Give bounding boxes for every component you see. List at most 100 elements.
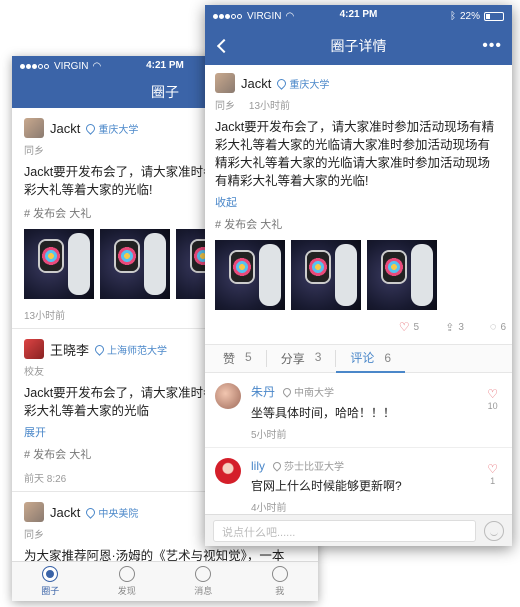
page-title: 圈子详情 — [330, 38, 387, 54]
avatar[interactable] — [215, 73, 235, 93]
tab-circle[interactable]: 圈子 — [12, 562, 89, 601]
tab-count: 3 — [314, 350, 322, 364]
comment-input[interactable]: 说点什么吧...... — [213, 519, 476, 542]
location-tag: 中央美院 — [84, 505, 139, 520]
post-author[interactable]: Jackt — [50, 121, 80, 136]
location-text: 莎士比亚大学 — [284, 462, 344, 473]
post-images — [215, 240, 502, 310]
location-pin-icon — [275, 76, 289, 90]
tab-label: 发现 — [117, 586, 136, 596]
post-time: 13小时前 — [248, 101, 291, 112]
tab-messages[interactable]: 消息 — [165, 562, 242, 601]
nav-bar: 圈子详情 ••• — [205, 27, 512, 65]
post-image[interactable] — [367, 240, 437, 310]
location-tag: 莎士比亚大学 — [271, 458, 344, 473]
tab-shares[interactable]: 分享 3 — [267, 350, 337, 367]
like-count: 5 — [413, 321, 420, 333]
status-time: 4:21 PM — [339, 9, 378, 20]
comment-author[interactable]: lily — [251, 459, 265, 473]
tab-label: 消息 — [194, 586, 213, 596]
comment-item: lily 莎士比亚大学 官网上什么时候能够更新啊? 4小时前 ♡ 1 — [205, 448, 512, 521]
comment-icon: ◌ — [489, 321, 497, 333]
post-image[interactable] — [24, 229, 94, 299]
post-image[interactable] — [291, 240, 361, 310]
battery-icon — [484, 11, 504, 21]
more-options-icon[interactable]: ••• — [482, 37, 502, 55]
heart-icon: ♡ — [398, 320, 410, 334]
post-stats: ♡ 5 ⇪ 3 ◌ 6 — [205, 310, 512, 345]
tab-label: 分享 — [280, 352, 305, 366]
comment-text: 坐等具体时间，哈哈！！！ — [251, 406, 396, 420]
tab-label: 评论 — [350, 351, 375, 365]
comment-like-count: 1 — [490, 476, 496, 486]
location-pin-icon — [271, 459, 283, 472]
like-button[interactable]: ♡ 5 — [399, 320, 419, 334]
location-pin-icon — [84, 121, 98, 135]
message-icon — [195, 566, 212, 582]
avatar[interactable] — [24, 339, 44, 359]
post-time: 前天 8:26 — [24, 474, 67, 485]
screenshot-stage: VIRGIN ◠ 4:21 PM 圈子 Jackt 重庆大学 同乡 Jackt要… — [0, 0, 520, 607]
post-detail: Jackt 重庆大学 同乡 13小时前 Jackt要开发布会了，请大家准时参加活… — [205, 65, 512, 310]
comment-count: 6 — [500, 321, 506, 333]
tab-bar: 圈子 发现 消息 我 — [12, 561, 318, 601]
circle-detail-screen: VIRGIN ◠ 4:21 PM ᛒ 22% 圈子详情 ••• Jackt 重庆… — [205, 5, 512, 546]
post-author[interactable]: Jackt — [50, 505, 80, 520]
relation-label: 同乡 — [215, 101, 235, 112]
location-text: 中南大学 — [294, 388, 335, 399]
comment-like-button[interactable]: ♡ 10 — [487, 387, 498, 411]
post-tags[interactable]: # 发布会 大礼 — [215, 216, 502, 232]
avatar[interactable] — [24, 502, 44, 522]
collapse-link[interactable]: 收起 — [215, 194, 502, 210]
post-author[interactable]: 王晓李 — [50, 340, 89, 359]
comment-like-count: 10 — [487, 401, 498, 411]
location-text: 重庆大学 — [289, 79, 330, 91]
comment-author[interactable]: 朱丹 — [251, 383, 275, 400]
post-image[interactable] — [215, 240, 285, 310]
location-tag: 重庆大学 — [84, 121, 139, 136]
post-text: Jackt要开发布会了，请大家准时参加活动现场有精彩大礼等着大家的光临请大家准时… — [215, 120, 495, 188]
segment-tabs: 赞5 分享 3 评论 6 — [205, 345, 512, 373]
avatar[interactable] — [215, 458, 241, 484]
share-count: 3 — [458, 321, 464, 333]
comment-time: 5小时前 — [251, 430, 287, 441]
post-image[interactable] — [100, 229, 170, 299]
tab-comments[interactable]: 评论 6 — [336, 345, 406, 373]
location-text: 中央美院 — [98, 508, 139, 520]
location-tag: 重庆大学 — [275, 76, 330, 91]
location-text: 重庆大学 — [98, 124, 139, 136]
avatar[interactable] — [215, 383, 241, 409]
comment-like-button[interactable]: ♡ 1 — [487, 462, 498, 486]
tab-label: 我 — [275, 586, 285, 596]
post-author[interactable]: Jackt — [241, 76, 271, 91]
tab-me[interactable]: 我 — [242, 562, 319, 601]
tab-count: 6 — [384, 350, 392, 365]
tab-label: 圈子 — [41, 586, 60, 596]
tab-discover[interactable]: 发现 — [89, 562, 166, 601]
user-icon — [271, 566, 288, 582]
heart-icon: ♡ — [487, 462, 498, 476]
comment-button[interactable]: ◌ 6 — [490, 320, 506, 334]
location-tag: 中南大学 — [281, 384, 335, 399]
tab-likes[interactable]: 赞5 — [223, 350, 267, 367]
heart-icon: ♡ — [487, 387, 498, 401]
location-pin-icon — [93, 342, 106, 356]
post-meta: 同乡 13小时前 — [215, 97, 502, 112]
location-text: 上海师范大学 — [107, 345, 168, 357]
avatar[interactable] — [24, 118, 44, 138]
compass-icon — [118, 566, 135, 582]
share-button[interactable]: ⇪ 3 — [445, 320, 464, 334]
share-icon: ⇪ — [445, 321, 455, 334]
status-bar: VIRGIN ◠ 4:21 PM ᛒ 22% — [205, 5, 512, 27]
tab-label: 赞 — [223, 352, 236, 366]
comment-item: 朱丹 中南大学 坐等具体时间，哈哈！！！ 5小时前 ♡ 10 — [205, 373, 512, 448]
circle-tab-icon — [42, 566, 59, 582]
location-pin-icon — [84, 505, 98, 519]
location-pin-icon — [281, 385, 293, 398]
location-tag: 上海师范大学 — [93, 342, 168, 357]
emoji-icon[interactable] — [484, 520, 504, 541]
comment-text: 官网上什么时候能够更新啊? — [251, 479, 402, 493]
tab-count: 5 — [245, 350, 252, 364]
comment-time: 4小时前 — [251, 503, 287, 514]
comment-input-bar: 说点什么吧...... — [205, 514, 512, 546]
